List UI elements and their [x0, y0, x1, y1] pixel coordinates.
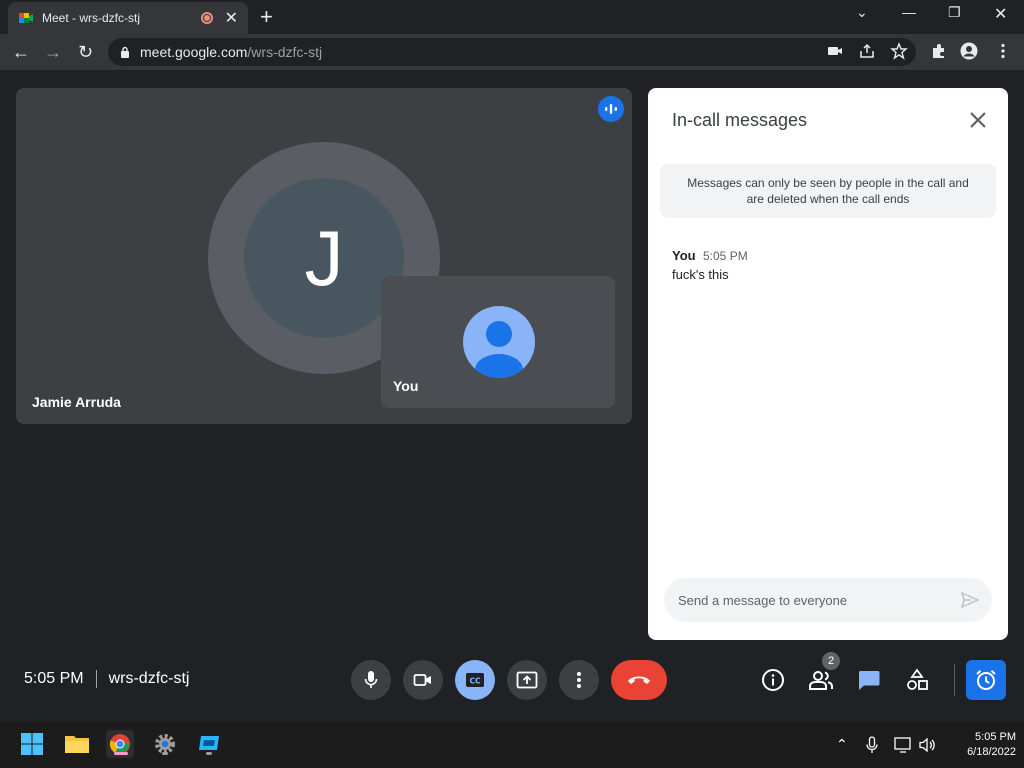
new-tab-button[interactable]: +: [260, 6, 273, 28]
meeting-code: wrs-dzfc-stj: [108, 670, 190, 688]
self-name-label: You: [393, 378, 419, 394]
running-app-indicator: [162, 752, 168, 755]
taskbar-date: 6/18/2022: [967, 746, 1016, 758]
current-time: 5:05 PM: [24, 670, 84, 688]
send-icon[interactable]: [960, 590, 980, 610]
url-path: /wrs-dzfc-stj: [247, 44, 323, 60]
volume-icon[interactable]: [918, 736, 936, 754]
browser-menu-icon[interactable]: [994, 42, 1012, 60]
start-windows-icon[interactable]: [18, 730, 46, 758]
participant-name-label: Jamie Arruda: [32, 394, 121, 410]
profile-avatar-icon[interactable]: [960, 42, 978, 60]
controls-divider: [954, 664, 955, 696]
message-composer: [664, 578, 992, 622]
message-input[interactable]: [678, 578, 948, 622]
people-icon: [809, 671, 834, 690]
message-sender: You: [672, 248, 696, 263]
meet-favicon-icon: [19, 13, 33, 23]
notice-line: Messages can only be seen by people in t…: [687, 176, 969, 190]
svg-text:CC: CC: [469, 677, 481, 686]
tab-search-chevron-icon[interactable]: ⌄: [856, 4, 868, 21]
hang-up-icon: [628, 676, 650, 684]
divider: [95, 670, 97, 688]
chat-icon: [858, 671, 880, 690]
tab-title: Meet - wrs-dzfc-stj: [42, 11, 141, 25]
url-host: meet.google.com: [140, 44, 248, 60]
windows-taskbar: ⌃ 5:05 PM 6/18/2022: [0, 722, 1024, 768]
message-timestamp: 5:05 PM: [703, 249, 748, 263]
people-count-badge: 2: [822, 652, 840, 670]
activities-shapes-icon: [907, 668, 928, 690]
tab-close-icon[interactable]: ✕: [225, 8, 238, 28]
activities-button[interactable]: [903, 666, 931, 694]
microphone-icon: [364, 671, 378, 688]
speaking-indicator-icon: [598, 96, 624, 122]
browser-toolbar: ← → ↻ meet.google.com /wrs-dzfc-stj: [0, 34, 1024, 70]
alarm-clock-icon: [976, 670, 996, 690]
people-button[interactable]: [807, 666, 835, 694]
taskbar-time: 5:05 PM: [975, 731, 1016, 743]
back-button[interactable]: ←: [12, 42, 30, 62]
camera-icon: [413, 674, 431, 686]
share-icon[interactable]: [858, 42, 876, 60]
chrome-taskbar-icon[interactable]: [106, 730, 134, 758]
recording-indicator-icon: [200, 12, 213, 24]
microphone-button[interactable]: [351, 660, 391, 700]
taskbar-clock[interactable]: 5:05 PM 6/18/2022: [938, 730, 1016, 760]
closed-captions-icon: CC: [466, 673, 484, 687]
camera-in-use-icon[interactable]: [826, 42, 844, 60]
chat-privacy-notice: Messages can only be seen by people in t…: [660, 164, 996, 218]
participant-avatar: J: [244, 178, 404, 338]
timer-extension-button[interactable]: [966, 660, 1006, 700]
meeting-details-button[interactable]: [759, 666, 787, 694]
default-user-avatar-icon: [463, 306, 535, 378]
show-hidden-icons-chevron-icon[interactable]: ⌃: [836, 736, 848, 753]
tray-microphone-icon[interactable]: [866, 736, 878, 754]
camera-button[interactable]: [403, 660, 443, 700]
message-text: fuck's this: [672, 267, 729, 282]
running-app-indicator: [206, 752, 212, 755]
captions-button[interactable]: CC: [455, 660, 495, 700]
panel-title: In-call messages: [672, 110, 808, 130]
window-close-button[interactable]: ✕: [994, 4, 1007, 24]
settings-gear-icon[interactable]: [151, 730, 179, 758]
restore-button[interactable]: ❐: [948, 4, 961, 21]
meeting-details: 5:05 PM wrs-dzfc-stj: [24, 670, 189, 688]
present-screen-icon: [516, 671, 538, 689]
file-explorer-icon[interactable]: [63, 730, 91, 758]
minimize-button[interactable]: —: [902, 4, 916, 20]
in-call-messages-panel: In-call messages Messages can only be se…: [648, 88, 1008, 640]
more-options-button[interactable]: [559, 660, 599, 700]
browser-tab-strip: Meet - wrs-dzfc-stj ✕ + ⌄ — ❐ ✕: [0, 0, 1024, 34]
present-screen-button[interactable]: [507, 660, 547, 700]
active-app-indicator: [114, 752, 128, 755]
bookmark-star-icon[interactable]: [890, 42, 908, 60]
lock-icon: [121, 46, 129, 58]
notice-line: are deleted when the call ends: [746, 192, 910, 206]
info-icon: [762, 669, 784, 691]
app-taskbar-icon[interactable]: [195, 730, 223, 758]
browser-tab-meet[interactable]: Meet - wrs-dzfc-stj ✕: [8, 2, 248, 34]
network-icon[interactable]: [894, 736, 914, 754]
more-vert-icon: [577, 672, 581, 688]
close-panel-icon[interactable]: [966, 108, 990, 132]
forward-button[interactable]: →: [44, 42, 62, 62]
self-preview-tile[interactable]: You: [381, 276, 615, 408]
address-bar[interactable]: meet.google.com /wrs-dzfc-stj: [108, 38, 916, 66]
extensions-puzzle-icon[interactable]: [930, 42, 948, 60]
chat-button[interactable]: [855, 666, 883, 694]
reload-button[interactable]: ↻: [78, 42, 93, 62]
leave-call-button[interactable]: [611, 660, 667, 700]
